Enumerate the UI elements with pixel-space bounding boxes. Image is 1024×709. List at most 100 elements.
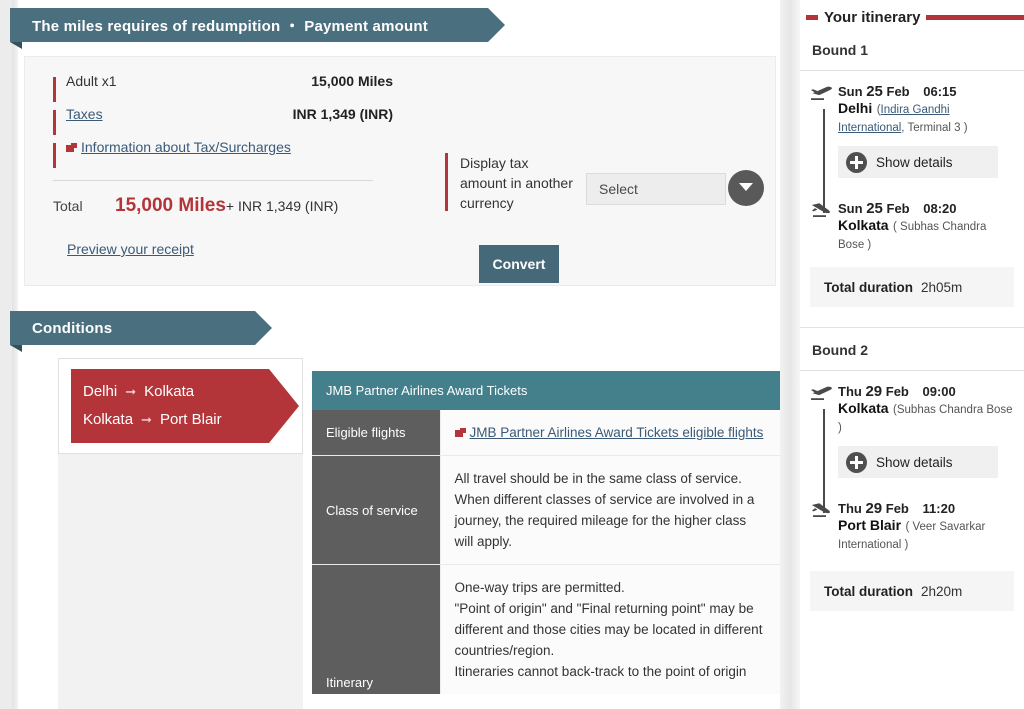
payment-banner-wrap: The miles requires of redumpition ・ Paym… xyxy=(10,8,505,49)
airport-terminal: , Terminal 3 ) xyxy=(901,122,968,134)
payment-section-banner: The miles requires of redumpition ・ Paym… xyxy=(10,8,505,42)
tax-info-wrap[interactable]: Information about Tax/Surcharges xyxy=(66,139,291,155)
payment-row-adult: Adult x1 15,000 Miles xyxy=(53,73,393,106)
header-dash xyxy=(806,14,818,20)
segment-info: Sun 25 Feb 06:15 Delhi (Indira Gandhi In… xyxy=(838,83,1014,136)
row-accent-bar xyxy=(53,110,56,135)
payment-row-taxes: Taxes INR 1,349 (INR) xyxy=(53,106,393,139)
duration-value: 2h05m xyxy=(921,279,963,295)
total-miles-value: 15,000 Miles xyxy=(115,195,226,216)
row-value-itinerary: One-way trips are permitted. "Point of o… xyxy=(439,564,780,694)
show-details-button-2[interactable]: Show details xyxy=(838,446,998,478)
payment-row-tax-info: Information about Tax/Surcharges xyxy=(53,139,393,172)
conditions-section-banner: Conditions xyxy=(10,311,272,345)
segment-place: Delhi (Indira Gandhi International, Term… xyxy=(838,100,1014,136)
conditions-banner-wrap: Conditions xyxy=(10,311,272,352)
segment-time: 11:20 xyxy=(922,501,956,516)
table-row: Eligible flights JMB Partner Airlines Aw… xyxy=(312,410,780,456)
header-rule xyxy=(926,14,1024,20)
duration-value: 2h20m xyxy=(921,583,963,599)
segment-city: Kolkata xyxy=(838,217,889,233)
segment-datetime: Thu 29 Feb 09:00 xyxy=(838,383,1014,400)
segment-weekday: Thu xyxy=(838,384,862,399)
segment-weekday: Sun xyxy=(838,84,863,99)
conditions-body: Delhi ➞ Kolkata Kolkata ➞ Port Blair JMB Par… xyxy=(40,358,780,709)
show-details-button-1[interactable]: Show details xyxy=(838,146,998,178)
segment-month: Feb xyxy=(886,201,910,216)
segment-arrive-2: Thu 29 Feb 11:20 Port Blair ( Veer Savar… xyxy=(800,478,1024,553)
segment-info: Sun 25 Feb 08:20 Kolkata ( Subhas Chandr… xyxy=(838,200,1014,253)
route-to: Port Blair xyxy=(159,411,222,428)
segment-weekday: Thu xyxy=(838,501,862,516)
itinerary-title: Your itinerary xyxy=(824,8,921,26)
route-box: Delhi ➞ Kolkata Kolkata ➞ Port Blair xyxy=(58,358,303,454)
segment-time: 06:15 xyxy=(923,84,957,99)
payment-card: Adult x1 15,000 Miles Taxes INR 1,349 (I… xyxy=(24,56,776,286)
total-cash-value: + INR 1,349 (INR) xyxy=(225,198,339,214)
segment-city: Port Blair xyxy=(838,517,902,533)
segment-info: Thu 29 Feb 09:00 Kolkata (Subhas Chandra… xyxy=(838,383,1014,436)
show-details-label: Show details xyxy=(876,154,953,170)
adult-label: Adult x1 xyxy=(66,73,117,89)
segment-place: Kolkata (Subhas Chandra Bose ) xyxy=(838,400,1014,436)
duration-label: Total duration xyxy=(824,279,913,295)
route-panel-filler xyxy=(58,454,303,709)
segment-day: 25 xyxy=(866,200,883,217)
chevron-down-icon[interactable] xyxy=(728,170,764,206)
segment-city: Kolkata xyxy=(838,400,889,416)
segment-datetime: Sun 25 Feb 06:15 xyxy=(838,83,1014,100)
total-label: Total xyxy=(53,198,83,214)
external-window-icon xyxy=(454,428,466,438)
row-key-class-of-service: Class of service xyxy=(312,455,440,565)
bound-heading-1: Bound 1 xyxy=(800,28,1024,71)
segment-time: 09:00 xyxy=(922,384,956,399)
segment-weekday: Sun xyxy=(838,201,863,216)
segment-arrive-1: Sun 25 Feb 08:20 Kolkata ( Subhas Chandr… xyxy=(800,178,1024,253)
preview-receipt-link[interactable]: Preview your receipt xyxy=(67,241,194,257)
itinerary-header: Your itinerary xyxy=(800,0,1024,28)
taxes-link[interactable]: Taxes xyxy=(66,106,103,122)
segment-depart-1: Sun 25 Feb 06:15 Delhi (Indira Gandhi In… xyxy=(800,71,1024,213)
row-value-eligible-flights: JMB Partner Airlines Award Tickets eligi… xyxy=(439,410,780,456)
segment-datetime: Thu 29 Feb 11:20 xyxy=(838,500,1014,517)
main-content-column: The miles requires of redumpition ・ Paym… xyxy=(10,0,780,709)
currency-select[interactable]: Select xyxy=(586,173,726,205)
segment-place: Kolkata ( Subhas Chandra Bose ) xyxy=(838,217,1014,253)
segment-place: Port Blair ( Veer Savarkar International… xyxy=(838,517,1014,553)
row-key-itinerary: Itinerary xyxy=(312,564,440,694)
segment-month: Feb xyxy=(886,84,910,99)
arrow-right-icon: ➞ xyxy=(141,412,152,427)
arrow-right-icon: ➞ xyxy=(125,384,137,399)
eligible-flights-link[interactable]: JMB Partner Airlines Award Tickets eligi… xyxy=(470,425,764,440)
payment-banner-title: The miles requires of redumpition ・ Paym… xyxy=(32,17,428,35)
route-line: Delhi ➞ Kolkata xyxy=(83,378,269,406)
preview-receipt-wrap: Preview your receipt xyxy=(67,241,393,257)
total-duration-1: Total duration 2h05m xyxy=(810,267,1014,307)
total-duration-2: Total duration 2h20m xyxy=(810,571,1014,611)
tax-surcharge-link[interactable]: Information about Tax/Surcharges xyxy=(81,139,291,155)
segment-day: 25 xyxy=(866,83,883,100)
plus-icon xyxy=(846,451,867,473)
currency-select-wrap: Select xyxy=(586,170,764,213)
segment-day: 29 xyxy=(865,383,883,400)
adult-miles-value: 15,000 Miles xyxy=(311,73,393,89)
segment-time: 08:20 xyxy=(923,201,957,216)
convert-label-row: Display tax amount in another currency S… xyxy=(445,153,775,213)
plus-icon xyxy=(846,151,867,173)
bound-heading-2: Bound 2 xyxy=(800,327,1024,371)
segment-depart-2: Thu 29 Feb 09:00 Kolkata (Subhas Chandra… xyxy=(800,371,1024,513)
plane-landing-icon xyxy=(810,500,838,553)
conditions-table-header-row: JMB Partner Airlines Award Tickets xyxy=(312,371,780,410)
segment-datetime: Sun 25 Feb 08:20 xyxy=(838,200,1014,217)
breakdown-divider xyxy=(53,180,373,181)
taxes-label[interactable]: Taxes xyxy=(66,106,103,122)
route-arrow-banner: Delhi ➞ Kolkata Kolkata ➞ Port Blair xyxy=(71,369,299,443)
convert-button[interactable]: Convert xyxy=(479,245,559,283)
segment-month: Feb xyxy=(885,501,909,516)
route-from: Kolkata xyxy=(83,411,134,428)
total-row: Total 15,000 Miles + INR 1,349 (INR) xyxy=(53,195,393,217)
segment-city: Delhi xyxy=(838,100,873,116)
taxes-value: INR 1,349 (INR) xyxy=(292,106,393,122)
segment-day: 29 xyxy=(865,500,883,517)
convert-label: Display tax amount in another currency xyxy=(460,155,573,211)
